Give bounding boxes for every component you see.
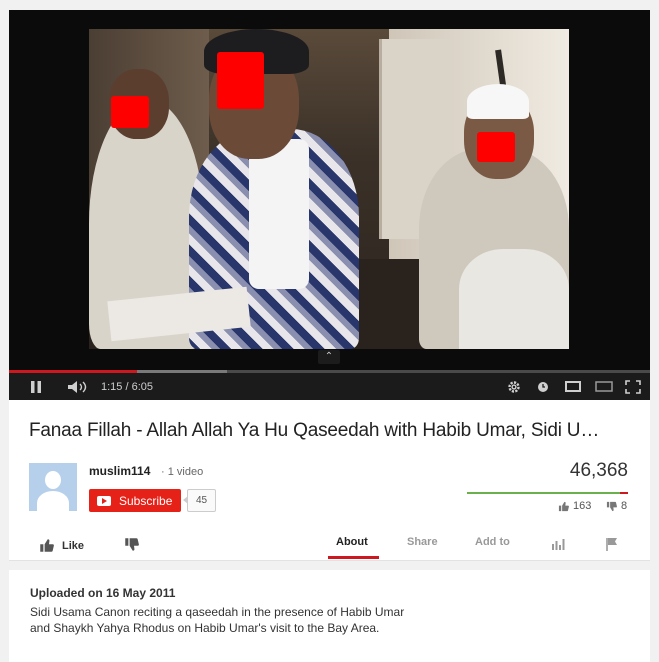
time-current: 1:15 [101, 380, 123, 393]
time-separator: / [122, 380, 132, 393]
dislike-count: 8 [621, 500, 628, 512]
tab-add-to[interactable]: Add to [475, 536, 510, 548]
flag-icon[interactable] [605, 537, 619, 554]
thumbs-down-icon [606, 501, 617, 511]
sentiment-like-fill [467, 492, 621, 494]
youtube-icon [97, 495, 111, 506]
tab-about[interactable]: About [336, 536, 368, 548]
channel-name[interactable]: muslim114 [89, 464, 150, 478]
time-display: 1:15 / 6:05 [101, 373, 153, 400]
subscribe-button[interactable]: Subscribe [89, 489, 181, 512]
thumbs-up-icon [40, 539, 54, 552]
tab-share[interactable]: Share [407, 536, 438, 548]
dislike-button[interactable] [124, 537, 139, 555]
like-count: 163 [573, 500, 592, 512]
thumbs-down-icon [125, 538, 139, 551]
tab-about-underline [328, 556, 379, 559]
like-label: Like [62, 539, 85, 552]
clock-icon[interactable] [537, 373, 549, 400]
small-player-icon[interactable] [565, 373, 581, 400]
thumbs-up-icon [558, 501, 569, 511]
description-panel: Uploaded on 16 May 2011 Sidi Usama Canon… [9, 570, 650, 662]
avatar[interactable] [29, 463, 77, 511]
like-button[interactable]: Like [39, 538, 84, 553]
video-person-right-cap [467, 84, 529, 119]
subscribe-label: Subscribe [119, 493, 173, 508]
video-player[interactable]: ⌃ 1:15 / 6:05 [9, 10, 650, 400]
video-frame[interactable] [89, 29, 569, 349]
sentiment-bar [467, 492, 628, 494]
player-controls: 1:15 / 6:05 [9, 373, 650, 400]
stats-icon[interactable] [551, 538, 565, 553]
video-info-card: Fanaa Fillah - Allah Allah Ya Hu Qaseeda… [9, 400, 650, 561]
video-title: Fanaa Fillah - Allah Allah Ya Hu Qaseeda… [29, 420, 600, 441]
channel-video-count[interactable]: · 1 video [161, 466, 203, 478]
fullscreen-icon[interactable] [625, 373, 641, 400]
avatar-head [45, 471, 61, 489]
redaction-mark [111, 96, 149, 128]
chevron-up-icon[interactable]: ⌃ [318, 350, 340, 364]
subscriber-count: 45 [183, 489, 216, 512]
avatar-body [37, 491, 69, 511]
gear-icon[interactable] [507, 373, 521, 400]
theater-mode-icon[interactable] [595, 373, 613, 400]
description-text: Sidi Usama Canon reciting a qaseedah in … [30, 605, 405, 635]
volume-icon[interactable] [67, 373, 89, 400]
redaction-mark [477, 132, 515, 162]
video-person-foreground [459, 249, 569, 349]
like-count-group: 163 [558, 500, 591, 512]
upload-date: Uploaded on 16 May 2011 [30, 586, 176, 600]
video-person-center-shirt [249, 139, 309, 289]
redaction-mark [217, 52, 264, 109]
dislike-count-group: 8 [606, 500, 627, 512]
time-total: 6:05 [131, 380, 154, 393]
view-count: 46,368 [569, 460, 628, 481]
pause-icon[interactable] [29, 373, 43, 400]
